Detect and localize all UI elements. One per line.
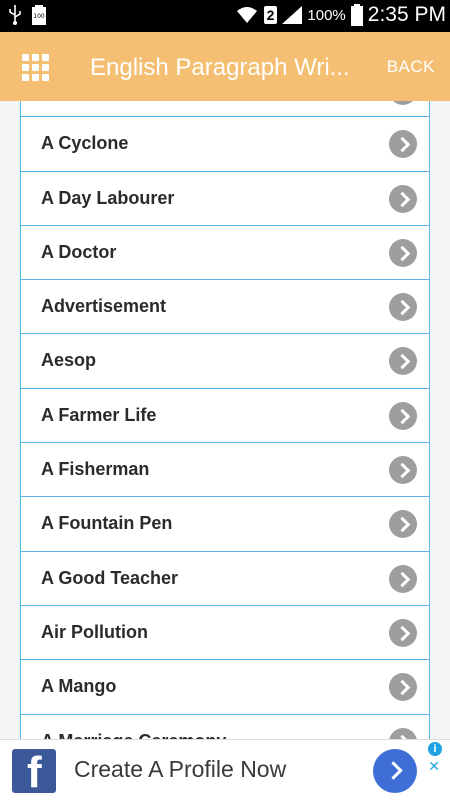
sim-number: 2 [263, 6, 278, 24]
list-item-label: A Fisherman [41, 459, 150, 480]
chevron-right-icon[interactable] [389, 564, 417, 593]
chevron-right-icon[interactable] [389, 510, 417, 539]
list-item[interactable] [20, 101, 430, 118]
clock: 2:35 PM [367, 3, 446, 26]
chevron-right-icon[interactable] [389, 618, 417, 647]
battery-icon [350, 4, 363, 26]
chevron-right-icon[interactable] [389, 238, 417, 267]
usb-icon [9, 5, 21, 25]
battery-small-icon: 100 [32, 5, 46, 25]
chevron-right-icon[interactable] [389, 347, 417, 376]
ad-open-button[interactable] [373, 749, 417, 793]
chevron-right-icon[interactable] [389, 456, 417, 485]
list-item-label: A Mango [41, 676, 117, 697]
status-left: 100 [8, 5, 46, 25]
list-item-label: Advertisement [41, 296, 167, 317]
back-button[interactable]: BACK [387, 57, 435, 77]
chevron-right-icon[interactable] [389, 293, 417, 322]
battery-small-label: 100 [33, 13, 45, 20]
ad-banner[interactable]: f Create A Profile Now i ✕ [0, 739, 450, 800]
grid-menu-icon[interactable] [22, 54, 49, 81]
list-item[interactable]: A Farmer Life [20, 388, 430, 444]
ad-info-icon[interactable]: i [428, 742, 442, 756]
ad-text[interactable]: Create A Profile Now [74, 756, 286, 783]
chevron-right-icon[interactable] [389, 101, 417, 105]
list-item-label: A Marriage Ceremony [41, 731, 226, 739]
list-item-label: A Farmer Life [41, 404, 157, 425]
chevron-right-icon[interactable] [389, 184, 417, 213]
list-item[interactable]: Advertisement [20, 280, 430, 335]
list-item[interactable]: A Day Labourer [20, 171, 430, 226]
battery-percent: 100% [307, 6, 346, 24]
facebook-icon: f [12, 749, 56, 793]
chevron-right-icon[interactable] [389, 673, 417, 702]
chevron-right-icon[interactable] [389, 401, 417, 430]
list-item-label: A Good Teacher [41, 567, 179, 588]
signal-icon [282, 6, 303, 24]
wifi-icon [236, 7, 257, 23]
chevron-right-icon[interactable] [389, 727, 417, 739]
list-item-label: A Fountain Pen [41, 513, 173, 534]
list-item[interactable]: A Good Teacher [20, 551, 430, 606]
list-item[interactable]: A Fountain Pen [20, 497, 430, 552]
list-item[interactable]: A Fisherman [20, 443, 430, 498]
app-title: English Paragraph Wri... [90, 54, 350, 81]
list-item-label: A Cyclone [41, 133, 129, 154]
ad-close-icon[interactable]: ✕ [428, 758, 440, 775]
app-bar: English Paragraph Wri... BACK [0, 32, 450, 101]
status-bar: 100 2 100% 2:35 PM [0, 0, 450, 32]
status-right: 2 100% 2:35 PM [235, 3, 446, 27]
list-item[interactable]: A Marriage Ceremony [20, 714, 430, 739]
list-item-label: Air Pollution [41, 621, 148, 642]
list-item-label: A Doctor [41, 241, 117, 262]
list-item[interactable]: A Mango [20, 660, 430, 715]
list-item[interactable]: Aesop [20, 334, 430, 389]
list-item-label: A Day Labourer [41, 187, 175, 208]
chevron-right-icon[interactable] [389, 130, 417, 159]
list-item-label: Aesop [41, 350, 97, 371]
list-item[interactable]: A Doctor [20, 225, 430, 281]
list-item[interactable]: Air Pollution [20, 605, 430, 661]
topic-list[interactable]: A Cyclone A Day Labourer A Doctor Advertise… [0, 101, 450, 739]
list-item[interactable]: A Cyclone [20, 117, 430, 172]
